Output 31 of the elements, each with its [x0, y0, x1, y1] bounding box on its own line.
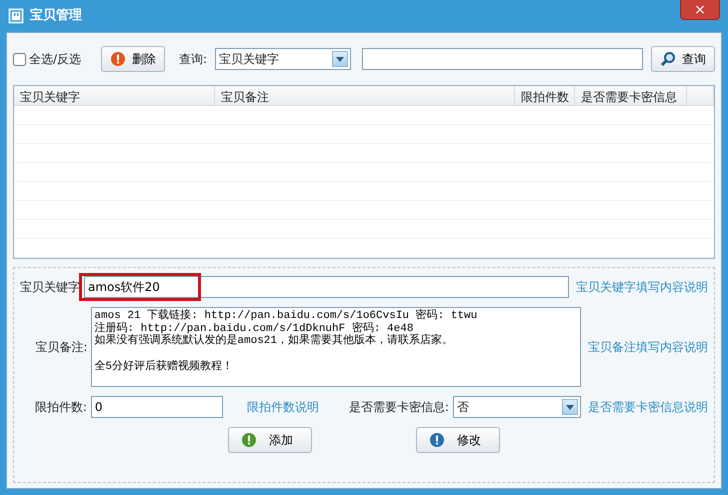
caret-icon [566, 404, 574, 410]
column-header[interactable]: 宝贝关键字 [14, 86, 215, 106]
close-button[interactable]: × [680, 0, 720, 20]
limit-field[interactable]: 0 [90, 396, 223, 418]
field-label: 宝贝备注: [34, 339, 88, 356]
checkbox-label[interactable]: 全选/反选 [29, 50, 82, 68]
app-icon [8, 8, 24, 24]
column-header[interactable]: 限拍件数 [515, 86, 575, 106]
search-field[interactable] [362, 48, 643, 70]
edit-button[interactable]: 修改 [416, 427, 500, 453]
select-all-checkbox[interactable] [13, 52, 26, 66]
query-label: 查询: [179, 51, 208, 68]
query-dropdown[interactable]: 宝贝关键字 [215, 48, 352, 70]
note-field[interactable]: amos 21 下载链接: http://pan.baidu.com/s/1o6CvsIu 密码: ttwu 注册码: http://pan.baidu.com/s/1dDknuhF 密码: 4e48 如果没有强调系统默认发的是amos21，如果需要其他版本，请联系店家。 全5分好评后获赠视频教程！ [91, 307, 581, 387]
card-dropdown[interactable]: 否 [452, 396, 581, 418]
header-filler [687, 86, 714, 106]
warning-icon [110, 51, 126, 67]
field-label: 宝贝关键字 [20, 279, 80, 296]
keyword-field[interactable]: amos软件20 [84, 276, 569, 298]
field-label: 是否需要卡密信息: [348, 399, 449, 416]
delete-button[interactable]: 删除 [101, 46, 166, 72]
column-header[interactable]: 是否需要卡密信息 [575, 86, 687, 106]
column-header[interactable]: 宝贝备注 [215, 86, 515, 106]
plus-icon [241, 432, 257, 448]
info-icon [429, 432, 445, 448]
field-label: 限拍件数: [34, 399, 87, 416]
search-button[interactable]: 查询 [651, 46, 715, 72]
caret-icon [336, 56, 344, 62]
add-button[interactable]: 添加 [228, 427, 312, 453]
window-title: 宝贝管理 [30, 6, 82, 26]
search-icon [660, 51, 676, 67]
